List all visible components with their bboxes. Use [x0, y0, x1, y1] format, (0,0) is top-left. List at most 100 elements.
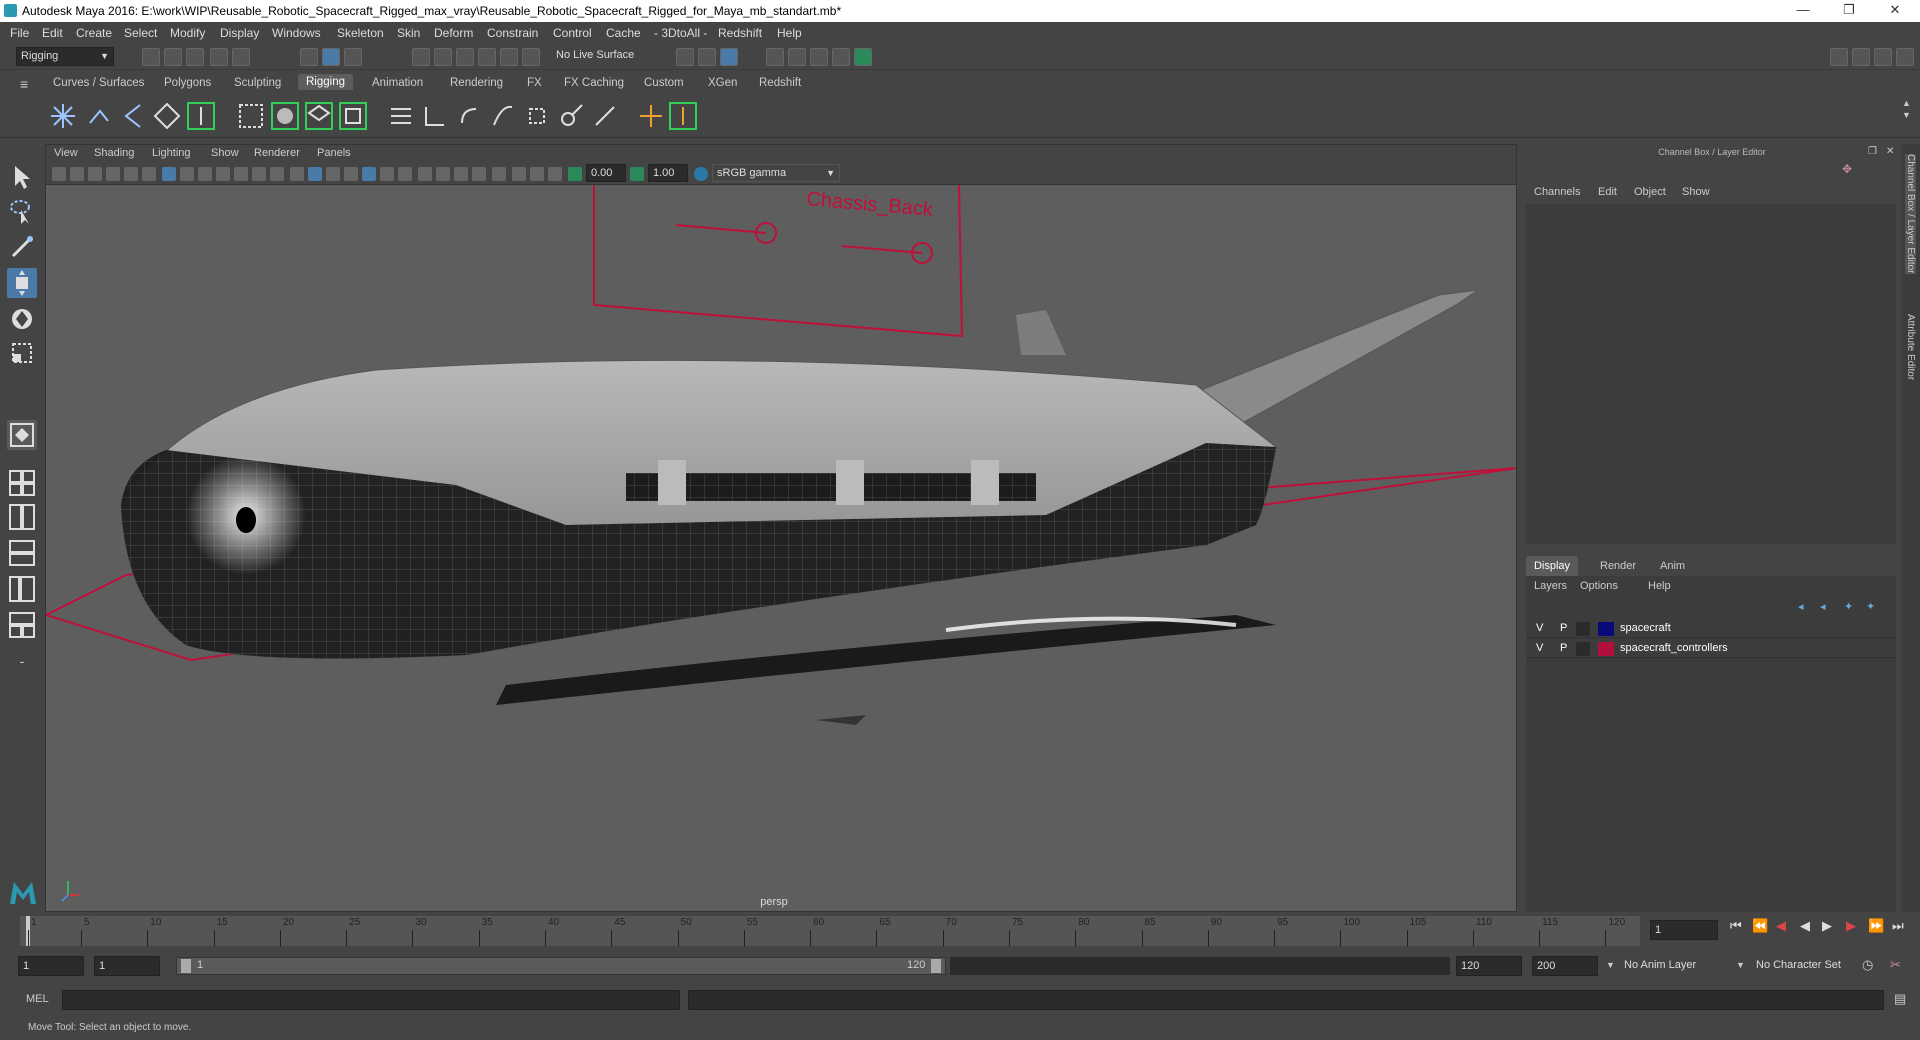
paint-select-tool-icon[interactable] — [7, 232, 37, 262]
select-by-component-icon[interactable] — [344, 48, 362, 66]
parent-constraint-icon[interactable] — [420, 101, 450, 131]
save-scene-icon[interactable] — [186, 48, 204, 66]
select-tool-icon[interactable] — [7, 162, 37, 192]
menu-cache[interactable]: Cache — [606, 26, 641, 40]
tab-xgen[interactable]: XGen — [708, 77, 737, 89]
vp-menu-renderer[interactable]: Renderer — [254, 147, 300, 159]
layer-menu-layers[interactable]: Layers — [1534, 580, 1567, 592]
exposure-icon[interactable] — [568, 167, 582, 181]
smooth-shade-icon[interactable] — [308, 167, 322, 181]
select-camera-icon[interactable] — [52, 167, 66, 181]
step-back-key-icon[interactable]: ⏪ — [1752, 918, 1768, 934]
chevron-down-icon[interactable]: ▼ — [1736, 960, 1745, 970]
time-slider[interactable]: 1 5 10 15 20 25 30 35 40 45 50 55 60 65 70 75 80 85 90 95 10… — [0, 912, 1920, 950]
shelf-scroll-up-icon[interactable]: ▲ — [1902, 98, 1911, 108]
menu-control[interactable]: Control — [553, 26, 592, 40]
magnet-icon[interactable] — [522, 48, 540, 66]
tab-sculpting[interactable]: Sculpting — [234, 77, 281, 89]
more-layouts-button[interactable]: - — [7, 646, 37, 676]
shelf-scroll-down-icon[interactable]: ▼ — [1902, 110, 1911, 120]
tab-rendering[interactable]: Rendering — [450, 77, 503, 89]
two-pane-layout-icon[interactable] — [7, 502, 37, 532]
menu-create[interactable]: Create — [76, 26, 112, 40]
ipr-render-icon[interactable] — [788, 48, 806, 66]
character-set-dropdown[interactable]: No Character Set — [1752, 956, 1872, 976]
toggle-attribute-editor-icon[interactable] — [1852, 48, 1870, 66]
render-current-icon[interactable] — [766, 48, 784, 66]
layer-name[interactable]: spacecraft — [1620, 622, 1671, 634]
new-empty-layer-icon[interactable]: ✦ — [1844, 600, 1853, 613]
layer-visible-toggle[interactable]: V — [1536, 642, 1543, 654]
close-panel-icon[interactable]: ✕ — [1886, 146, 1894, 157]
anti-aliasing-icon[interactable] — [454, 167, 468, 181]
graph-editor-layout-icon[interactable] — [7, 574, 37, 604]
menu-windows[interactable]: Windows — [272, 26, 321, 40]
step-forward-key-icon[interactable]: ⏩ — [1868, 918, 1884, 934]
use-all-lights-icon[interactable] — [380, 167, 394, 181]
menu-constrain[interactable]: Constrain — [487, 26, 538, 40]
tab-redshift[interactable]: Redshift — [759, 77, 801, 89]
play-backwards-icon[interactable]: ◀ — [1800, 918, 1810, 934]
anim-layer-dropdown[interactable]: No Anim Layer — [1620, 956, 1740, 976]
layer-visible-toggle[interactable]: V — [1536, 622, 1543, 634]
playback-start-field[interactable]: 1 — [94, 956, 160, 976]
cb-menu-object[interactable]: Object — [1634, 186, 1666, 198]
restore-button[interactable]: ❐ — [1826, 0, 1872, 22]
close-button[interactable]: ✕ — [1872, 0, 1918, 22]
menu-help[interactable]: Help — [777, 26, 802, 40]
textured-icon[interactable] — [362, 167, 376, 181]
new-layer-selected-icon[interactable]: ✦ — [1866, 600, 1875, 613]
shadows-icon[interactable] — [398, 167, 412, 181]
menu-file[interactable]: File — [10, 26, 29, 40]
colorspace-dropdown[interactable]: sRGB gamma ▼ — [712, 164, 840, 182]
layer-playback-toggle[interactable]: P — [1560, 642, 1567, 654]
locator-icon[interactable] — [636, 101, 666, 131]
hypershade-layout-icon[interactable] — [7, 610, 37, 640]
set-driven-key-icon[interactable] — [386, 101, 416, 131]
animation-start-field[interactable]: 1 — [18, 956, 84, 976]
film-gate-icon[interactable] — [180, 167, 194, 181]
range-bar[interactable]: 1 120 — [176, 957, 946, 975]
layer-tab-render[interactable]: Render — [1600, 560, 1636, 572]
viewport-panel[interactable]: View Shading Lighting Show Renderer Pane… — [45, 144, 1517, 912]
outliner-layout-icon[interactable] — [7, 538, 37, 568]
xray-joints-icon[interactable] — [548, 167, 562, 181]
snap-point-icon[interactable] — [456, 48, 474, 66]
cb-menu-show[interactable]: Show — [1682, 186, 1710, 198]
humanik-icon[interactable] — [186, 101, 216, 131]
snap-view-plane-icon[interactable] — [478, 48, 496, 66]
layer-color-swatch[interactable] — [1598, 642, 1614, 656]
workspace-icon[interactable] — [1830, 48, 1848, 66]
gate-mask-icon[interactable] — [216, 167, 230, 181]
layer-tab-anim[interactable]: Anim — [1660, 560, 1685, 572]
exposure-field[interactable]: 0.00 — [586, 164, 626, 182]
range-start-handle[interactable] — [181, 959, 191, 973]
vp-menu-show[interactable]: Show — [211, 147, 239, 159]
play-forwards-icon[interactable]: ▶ — [1822, 918, 1832, 934]
layer-row[interactable]: V P spacecraft — [1526, 620, 1896, 638]
range-end-handle[interactable] — [931, 959, 941, 973]
aim-constraint-icon[interactable] — [556, 101, 586, 131]
tab-rigging[interactable]: Rigging — [298, 74, 353, 90]
tab-attribute-editor[interactable]: Attribute Editor — [1905, 314, 1916, 380]
gamma-icon[interactable] — [630, 167, 644, 181]
menu-skeleton[interactable]: Skeleton — [337, 26, 384, 40]
snap-grid-icon[interactable] — [412, 48, 430, 66]
float-panel-icon[interactable]: ❐ — [1868, 146, 1877, 157]
tab-channel-box-layer-editor[interactable]: Channel Box / Layer Editor — [1905, 154, 1916, 274]
redo-icon[interactable] — [232, 48, 250, 66]
ik-spline-icon[interactable] — [118, 101, 148, 131]
resolution-gate-icon[interactable] — [198, 167, 212, 181]
camera-attributes-icon[interactable] — [70, 167, 84, 181]
chassis-back-controller[interactable]: Chassis_Back — [593, 185, 964, 338]
layer-menu-help[interactable]: Help — [1648, 580, 1671, 592]
bind-skin-icon[interactable] — [236, 101, 266, 131]
move-layer-up-icon[interactable]: ◂ — [1798, 600, 1804, 613]
layer-row[interactable]: V P spacecraft_controllers — [1526, 640, 1896, 658]
tab-fx-caching[interactable]: FX Caching — [564, 77, 624, 89]
menu-select[interactable]: Select — [124, 26, 157, 40]
cluster-handle-icon[interactable] — [668, 101, 698, 131]
snap-curve-icon[interactable] — [434, 48, 452, 66]
go-to-start-icon[interactable]: ⏮ — [1730, 918, 1742, 934]
render-settings-icon[interactable] — [810, 48, 828, 66]
